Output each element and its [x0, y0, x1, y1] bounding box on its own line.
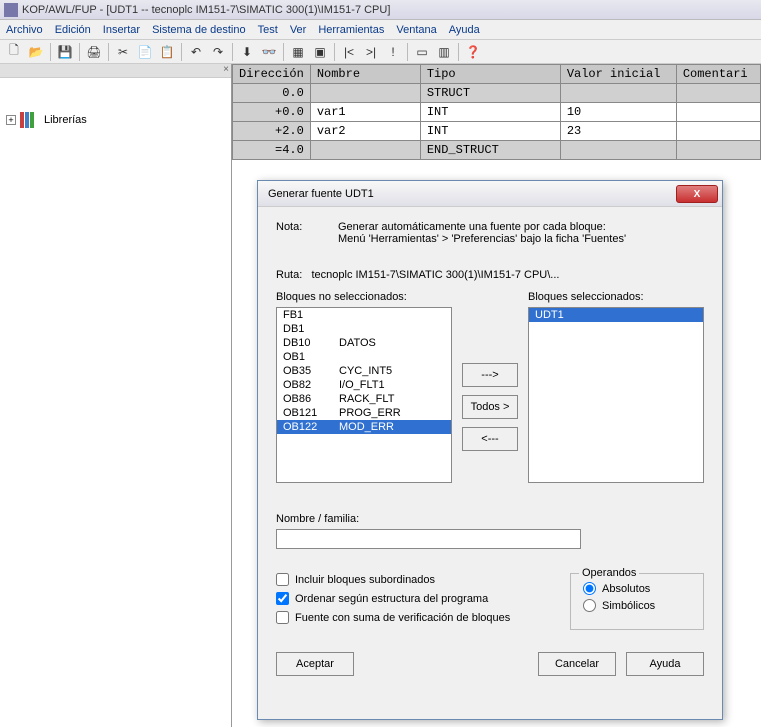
library-icon: [20, 112, 40, 128]
undo-icon[interactable]: ↶: [186, 42, 206, 62]
menu-ver[interactable]: Ver: [290, 24, 307, 36]
table-row[interactable]: 0.0 STRUCT: [233, 84, 761, 103]
nota-label: Nota:: [276, 221, 318, 245]
window-title: KOP/AWL/FUP - [UDT1 -- tecnoplc IM151-7\…: [22, 4, 390, 16]
sidebar: × + Librerías: [0, 64, 232, 727]
list-item[interactable]: DB1: [277, 322, 451, 336]
table-row[interactable]: +2.0 var2 INT 23: [233, 122, 761, 141]
move-right-button[interactable]: --->: [462, 363, 518, 387]
goto-icon[interactable]: ▣: [310, 42, 330, 62]
nombre-label: Nombre / familia:: [276, 513, 704, 525]
menu-herramientas[interactable]: Herramientas: [318, 24, 384, 36]
toolbar: 🗋 📂 💾 🖨 ✂ 📄 📋 ↶ ↷ ⬇ 👓 ▦ ▣ |< >| ! ▭ ▥ ❓: [0, 40, 761, 64]
th-nombre: Nombre: [310, 65, 420, 84]
list-item[interactable]: OB1: [277, 350, 451, 364]
menu-ventana[interactable]: Ventana: [396, 24, 436, 36]
th-valor: Valor inicial: [560, 65, 676, 84]
help-icon[interactable]: ❓: [463, 42, 483, 62]
menu-insertar[interactable]: Insertar: [103, 24, 140, 36]
aceptar-button[interactable]: Aceptar: [276, 652, 354, 676]
list-item[interactable]: OB86RACK_FLT: [277, 392, 451, 406]
open-icon[interactable]: 📂: [26, 42, 46, 62]
new-icon[interactable]: 🗋: [4, 42, 24, 62]
cut-icon[interactable]: ✂: [113, 42, 133, 62]
left-listbox[interactable]: FB1 DB1 DB10DATOS OB1 OB35CYC_INT5 OB82I…: [276, 307, 452, 483]
nota-text: Generar automáticamente una fuente por c…: [338, 221, 626, 245]
copy-icon[interactable]: 📄: [135, 42, 155, 62]
list-item[interactable]: FB1: [277, 308, 451, 322]
radio-absolutos[interactable]: Absolutos: [583, 582, 691, 595]
print-icon[interactable]: 🖨: [84, 42, 104, 62]
th-tipo: Tipo: [420, 65, 560, 84]
close-icon[interactable]: X: [676, 185, 718, 203]
dialog-generar-fuente: Generar fuente UDT1 X Nota: Generar auto…: [257, 180, 723, 720]
list-item[interactable]: OB122MOD_ERR: [277, 420, 451, 434]
list-item[interactable]: OB35CYC_INT5: [277, 364, 451, 378]
sidebar-header: ×: [0, 64, 231, 78]
block-lib-icon[interactable]: ▦: [288, 42, 308, 62]
ayuda-button[interactable]: Ayuda: [626, 652, 704, 676]
download-icon[interactable]: ⬇: [237, 42, 257, 62]
struct-table: Dirección Nombre Tipo Valor inicial Come…: [232, 64, 761, 160]
chk-ordenar[interactable]: Ordenar según estructura del programa: [276, 592, 540, 605]
ruta-label: Ruta:: [276, 269, 302, 281]
radio-simbolicos[interactable]: Simbólicos: [583, 599, 691, 612]
menu-test[interactable]: Test: [258, 24, 278, 36]
expand-icon[interactable]: +: [6, 115, 16, 125]
move-left-button[interactable]: <---: [462, 427, 518, 451]
no-filter-icon[interactable]: !: [383, 42, 403, 62]
window-titlebar: KOP/AWL/FUP - [UDT1 -- tecnoplc IM151-7\…: [0, 0, 761, 20]
right-list-label: Bloques seleccionados:: [528, 291, 704, 303]
left-list-label: Bloques no seleccionados:: [276, 291, 452, 303]
tree-item-librerias[interactable]: + Librerías: [6, 112, 225, 128]
monitor-icon[interactable]: 👓: [259, 42, 279, 62]
menu-edicion[interactable]: Edición: [55, 24, 91, 36]
table-row[interactable]: +0.0 var1 INT 10: [233, 103, 761, 122]
dialog-title: Generar fuente UDT1: [268, 188, 374, 200]
cancelar-button[interactable]: Cancelar: [538, 652, 616, 676]
list-item[interactable]: OB121PROG_ERR: [277, 406, 451, 420]
list-item[interactable]: OB82I/O_FLT1: [277, 378, 451, 392]
app-icon: [4, 3, 18, 17]
detail-icon[interactable]: ▥: [434, 42, 454, 62]
operandos-legend: Operandos: [579, 567, 639, 579]
move-all-button[interactable]: Todos >: [462, 395, 518, 419]
prev-error-icon[interactable]: |<: [339, 42, 359, 62]
operandos-group: Operandos Absolutos Simbólicos: [570, 573, 704, 630]
ruta-row: Ruta: tecnoplc IM151-7\SIMATIC 300(1)\IM…: [276, 269, 704, 281]
dialog-titlebar[interactable]: Generar fuente UDT1 X: [258, 181, 722, 207]
list-item[interactable]: UDT1: [529, 308, 703, 322]
right-listbox[interactable]: UDT1: [528, 307, 704, 483]
ruta-value: tecnoplc IM151-7\SIMATIC 300(1)\IM151-7 …: [311, 269, 559, 281]
th-comentario: Comentari: [676, 65, 760, 84]
overview-icon[interactable]: ▭: [412, 42, 432, 62]
menu-sistema[interactable]: Sistema de destino: [152, 24, 246, 36]
redo-icon[interactable]: ↷: [208, 42, 228, 62]
sidebar-close-icon[interactable]: ×: [223, 64, 229, 75]
chk-incluir[interactable]: Incluir bloques subordinados: [276, 573, 540, 586]
nombre-input[interactable]: [276, 529, 581, 549]
paste-icon[interactable]: 📋: [157, 42, 177, 62]
menu-ayuda[interactable]: Ayuda: [449, 24, 480, 36]
th-direccion: Dirección: [233, 65, 311, 84]
table-row[interactable]: =4.0 END_STRUCT: [233, 141, 761, 160]
chk-fuente[interactable]: Fuente con suma de verificación de bloqu…: [276, 611, 540, 624]
menubar: Archivo Edición Insertar Sistema de dest…: [0, 20, 761, 40]
list-item[interactable]: DB10DATOS: [277, 336, 451, 350]
tree-label: Librerías: [44, 114, 87, 126]
menu-archivo[interactable]: Archivo: [6, 24, 43, 36]
next-error-icon[interactable]: >|: [361, 42, 381, 62]
save-icon[interactable]: 💾: [55, 42, 75, 62]
